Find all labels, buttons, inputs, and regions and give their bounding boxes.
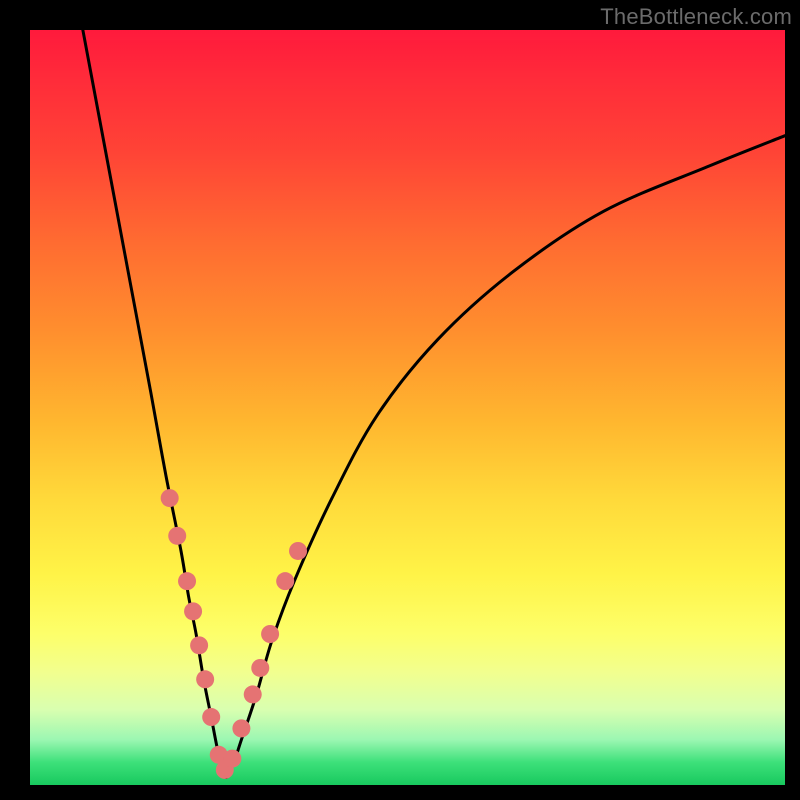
marker-dot bbox=[178, 572, 196, 590]
marker-dot bbox=[261, 625, 279, 643]
marker-dot bbox=[251, 659, 269, 677]
plot-area bbox=[30, 30, 785, 785]
marker-dot bbox=[223, 750, 241, 768]
outer-frame: TheBottleneck.com bbox=[0, 0, 800, 800]
marker-dot bbox=[232, 719, 250, 737]
marker-dot bbox=[196, 670, 214, 688]
marker-dot bbox=[244, 685, 262, 703]
chart-svg bbox=[30, 30, 785, 785]
marker-dot bbox=[276, 572, 294, 590]
marker-dot bbox=[202, 708, 220, 726]
marker-dot bbox=[161, 489, 179, 507]
marker-dots bbox=[161, 489, 307, 779]
marker-dot bbox=[168, 527, 186, 545]
curve-right-branch bbox=[226, 136, 785, 778]
curve-left-branch bbox=[83, 30, 226, 777]
watermark-text: TheBottleneck.com bbox=[600, 4, 792, 30]
marker-dot bbox=[190, 636, 208, 654]
marker-dot bbox=[184, 602, 202, 620]
marker-dot bbox=[289, 542, 307, 560]
